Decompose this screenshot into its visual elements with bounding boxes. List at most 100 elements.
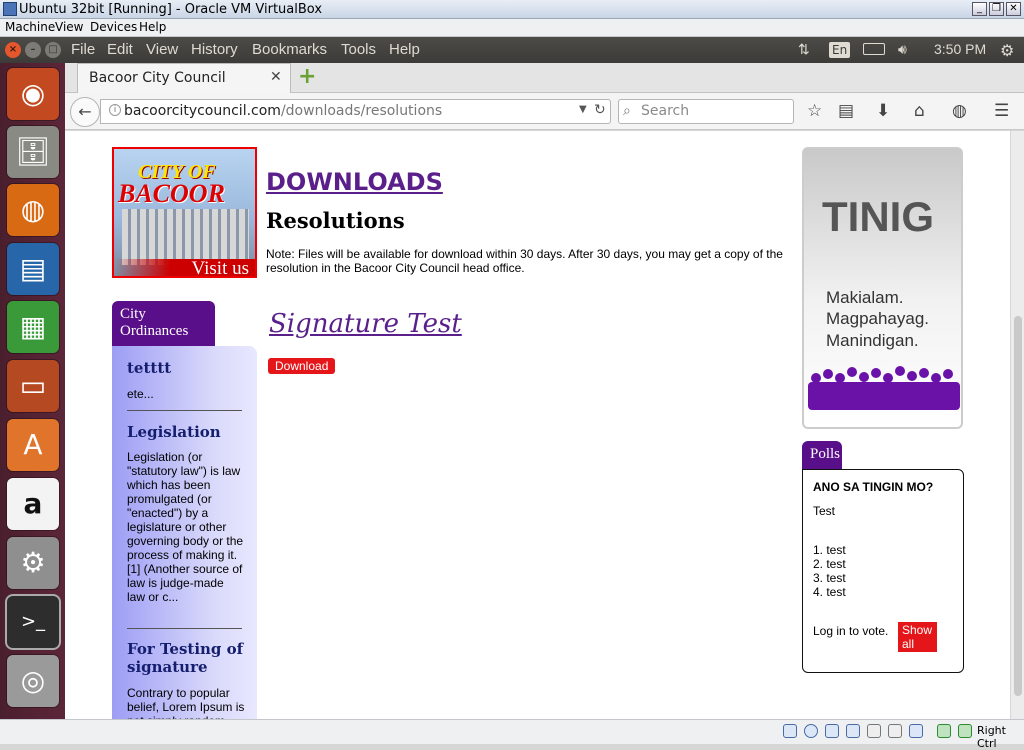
section-title: Resolutions: [266, 208, 405, 233]
ordinance-title[interactable]: Legislation: [127, 423, 221, 441]
impress-icon[interactable]: ▭: [7, 360, 59, 412]
poll-question: ANO SA TINGIN MO?: [813, 480, 934, 494]
crowd-silhouette-image: [808, 366, 960, 410]
network-adapter-icon[interactable]: [846, 724, 860, 738]
software-center-icon[interactable]: A: [7, 419, 59, 471]
tinig-line: Manindigan.: [826, 331, 919, 350]
menu-bookmarks[interactable]: Bookmarks: [252, 41, 327, 58]
battery-icon[interactable]: [863, 43, 885, 55]
files-icon[interactable]: 🗄︎: [7, 126, 59, 178]
divider: [127, 628, 242, 629]
minimize-icon[interactable]: –: [25, 42, 41, 58]
url-path: /downloads/resolutions: [280, 103, 443, 119]
dvd-icon[interactable]: ◎: [7, 655, 59, 707]
home-icon[interactable]: ⌂: [914, 101, 925, 121]
tinig-banner[interactable]: TINIG Makialam. Magpahayag. Manindigan.: [802, 147, 963, 429]
menu-history[interactable]: History: [191, 41, 238, 58]
resolution-title-link[interactable]: Signature Test: [269, 309, 462, 339]
amazon-icon[interactable]: a: [7, 478, 59, 530]
mouse-integration-icon[interactable]: [937, 724, 951, 738]
minimize-button[interactable]: _: [972, 2, 987, 16]
chat-icon[interactable]: ◍: [952, 101, 967, 121]
keyboard-indicator[interactable]: En: [829, 41, 851, 58]
ordinance-title[interactable]: tetttt: [127, 359, 171, 377]
tinig-line: Magpahayag.: [826, 309, 930, 328]
search-box[interactable]: ⌕ Search: [618, 99, 794, 124]
search-input[interactable]: Search: [641, 103, 689, 119]
ubuntu-dash-icon[interactable]: ◉: [7, 68, 59, 120]
bookmark-star-icon[interactable]: ☆: [807, 101, 822, 121]
maximize-icon[interactable]: □: [45, 42, 61, 58]
audio-icon[interactable]: [825, 724, 839, 738]
shared-folders-icon[interactable]: [867, 724, 881, 738]
menu-tools[interactable]: Tools: [341, 41, 376, 58]
back-button[interactable]: ←: [70, 97, 100, 127]
vbox-menu-view[interactable]: View: [55, 20, 83, 34]
menu-edit[interactable]: Edit: [107, 41, 133, 58]
volume-icon[interactable]: 🔊︎: [898, 41, 907, 58]
close-window-button[interactable]: ✕: [1006, 2, 1021, 16]
scrollbar[interactable]: [1010, 131, 1024, 719]
clock[interactable]: 3:50 PM: [934, 41, 986, 57]
reload-icon[interactable]: ↻: [594, 102, 606, 118]
restore-button[interactable]: ❐: [989, 2, 1004, 16]
ordinance-excerpt: ete...: [127, 387, 154, 401]
polls-tab[interactable]: Polls: [802, 441, 842, 470]
poll-option: 4. test: [813, 585, 846, 599]
ordinance-excerpt: Legislation (or "statutory law") is law …: [127, 450, 244, 604]
divider: [127, 410, 242, 411]
calc-icon[interactable]: ▦: [7, 301, 59, 353]
poll-option: 2. test: [813, 557, 846, 571]
tinig-line: Makialam.: [826, 288, 904, 307]
logo-bacoor: BACOOR: [118, 179, 225, 208]
scrollbar-thumb[interactable]: [1014, 316, 1022, 696]
ordinance-title[interactable]: For Testing of signature: [127, 640, 247, 676]
menu-help[interactable]: Help: [389, 41, 420, 58]
unity-launcher: ◉ 🗄︎ ◍ ▤ ▦ ▭ A a ⚙ >_ ◎: [0, 63, 65, 719]
menu-icon[interactable]: ☰: [994, 101, 1009, 121]
poll-option: 1. test: [813, 543, 846, 557]
menu-file[interactable]: File: [71, 41, 95, 58]
firefox-icon[interactable]: ◍: [7, 184, 59, 236]
login-to-vote-text[interactable]: Log in to vote.: [813, 624, 888, 638]
url-text: bacoorcitycouncil.com/downloads/resoluti…: [124, 103, 442, 119]
download-icon[interactable]: ⬇: [876, 101, 890, 121]
terminal-icon[interactable]: >_: [7, 596, 59, 648]
optical-drive-icon[interactable]: [804, 724, 818, 738]
host-key-label: Right Ctrl: [977, 724, 1006, 750]
new-tab-icon[interactable]: +: [298, 64, 316, 89]
writer-icon[interactable]: ▤: [7, 243, 59, 295]
vbox-menu-devices[interactable]: Devices: [90, 20, 137, 34]
menu-view[interactable]: View: [146, 41, 178, 58]
download-note: Note: Files will be available for downlo…: [266, 247, 783, 275]
reading-list-icon[interactable]: ▤: [838, 101, 854, 121]
ordinances-list: tetttt ete... Legislation Legislation (o…: [112, 346, 257, 719]
city-of-bacoor-banner[interactable]: CITY OF BACOOR Visit us: [112, 147, 257, 278]
city-ordinances-tab[interactable]: City Ordinances: [112, 301, 215, 346]
gear-icon[interactable]: ⚙: [1000, 41, 1014, 61]
ubuntu-top-panel: × – □ File Edit View History Bookmarks T…: [0, 37, 1024, 63]
poll-option: 3. test: [813, 571, 846, 585]
network-icon[interactable]: ⇅: [798, 41, 810, 58]
vbox-menu-help[interactable]: Help: [139, 20, 166, 34]
system-settings-icon[interactable]: ⚙: [7, 537, 59, 589]
close-tab-icon[interactable]: ✕: [270, 69, 282, 85]
city-hall-image: [122, 209, 249, 265]
keyboard-layout: En: [829, 42, 851, 58]
tab-title: Bacoor City Council: [89, 70, 226, 86]
visit-us-link[interactable]: Visit us: [114, 259, 255, 276]
chevron-down-icon[interactable]: ▼: [579, 104, 587, 115]
recording-icon[interactable]: [909, 724, 923, 738]
hard-disk-icon[interactable]: [783, 724, 797, 738]
close-icon[interactable]: ×: [5, 42, 21, 58]
poll-widget: ANO SA TINGIN MO? Test 1. test 2. test 3…: [802, 469, 964, 673]
globe-icon: i: [109, 104, 121, 116]
tab-bacoor[interactable]: Bacoor City Council ✕: [77, 63, 291, 93]
display-icon[interactable]: [888, 724, 902, 738]
url-bar[interactable]: i bacoorcitycouncil.com/downloads/resolu…: [100, 99, 611, 124]
keyboard-capture-icon[interactable]: [958, 724, 972, 738]
vbox-menu-machine[interactable]: Machine: [5, 20, 55, 34]
download-button[interactable]: Download: [268, 358, 336, 374]
page-title[interactable]: DOWNLOADS: [266, 168, 443, 196]
show-all-button[interactable]: Show all: [898, 622, 937, 652]
